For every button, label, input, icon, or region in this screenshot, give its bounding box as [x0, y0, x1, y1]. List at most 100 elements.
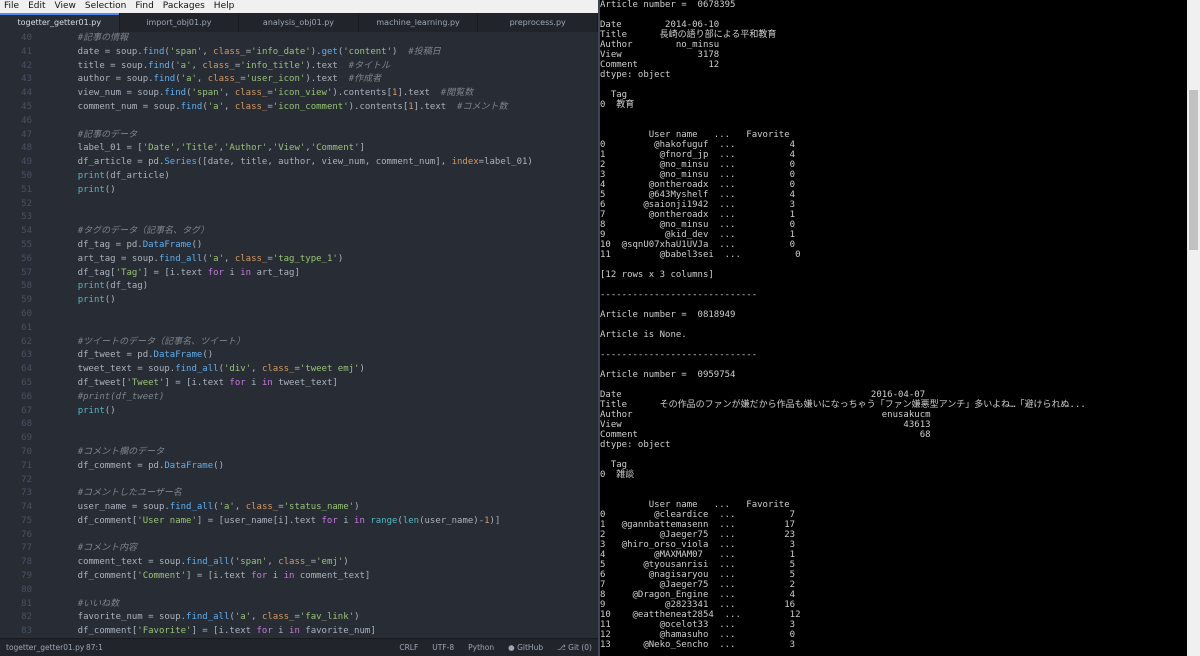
terminal-line: -----------------------------	[600, 290, 758, 300]
code-line[interactable]: 54 #タグのデータ（記事名、タグ）	[0, 225, 598, 239]
code-line[interactable]: 52	[0, 198, 598, 212]
code-line[interactable]: 60	[0, 308, 598, 322]
code-text: df_article = pd.Series([date, title, aut…	[56, 157, 533, 168]
menu-item-help[interactable]: Help	[210, 0, 240, 13]
line-number: 75	[21, 515, 32, 526]
terminal-line: Author no_minsu	[600, 40, 720, 50]
terminal-line: 0 @hakofuguf ... 4	[600, 140, 796, 150]
line-number: 40	[21, 33, 32, 43]
code-line[interactable]: 74 user_name = soup.find_all('a', class_…	[0, 501, 598, 515]
code-line[interactable]: 70 #コメント欄のデータ	[0, 446, 598, 460]
code-line[interactable]: 67 print()	[0, 405, 598, 419]
status-encoding[interactable]: UTF-8	[432, 639, 454, 656]
code-text: user_name = soup.find_all('a', class_='s…	[56, 502, 360, 513]
terminal-line: Date 2014-06-10	[600, 20, 720, 30]
code-line[interactable]: 43 author = soup.find('a', class_='user_…	[0, 73, 598, 87]
terminal-line: 0 @cleardice ... 7	[600, 510, 796, 520]
menu-item-edit[interactable]: Edit	[24, 0, 50, 13]
code-line[interactable]: 82 favorite_num = soup.find_all('a', cla…	[0, 611, 598, 625]
code-line[interactable]: 42 title = soup.find('a', class_='info_t…	[0, 60, 598, 74]
terminal-line: 7 @Jaeger75 ... 2	[600, 580, 796, 590]
code-line[interactable]: 48 label_01 = ['Date','Title','Author','…	[0, 142, 598, 156]
line-number: 53	[21, 212, 32, 223]
line-number: 45	[21, 101, 32, 112]
menu-item-view[interactable]: View	[51, 0, 81, 13]
status-line-ending[interactable]: CRLF	[399, 639, 418, 656]
code-line[interactable]: 49 df_article = pd.Series([date, title, …	[0, 156, 598, 170]
menu-item-selection[interactable]: Selection	[81, 0, 131, 13]
code-line[interactable]: 65 df_tweet['Tweet'] = [i.text for i in …	[0, 377, 598, 391]
menu-item-find[interactable]: Find	[131, 0, 158, 13]
tab-preprocess[interactable]: preprocess.py	[478, 13, 598, 32]
terminal-line: 9 @2823341 ... 16	[600, 600, 796, 610]
tab-analysis-obj01[interactable]: analysis_obj01.py	[239, 13, 359, 32]
code-line[interactable]: 47 #記事のデータ	[0, 129, 598, 143]
code-line[interactable]: 44 view_num = soup.find('span', class_='…	[0, 87, 598, 101]
code-text: #コメント内容	[77, 543, 138, 554]
terminal-line: 4 @MAXMAM07 ... 1	[600, 550, 796, 560]
code-text: #コメントしたユーザー名	[77, 488, 182, 499]
code-line[interactable]: 69	[0, 432, 598, 446]
scrollbar-thumb[interactable]	[1189, 90, 1198, 250]
code-line[interactable]: 56 art_tag = soup.find_all('a', class_='…	[0, 253, 598, 267]
line-number: 64	[21, 364, 32, 375]
code-line[interactable]: 62 #ツイートのデータ（記事名、ツイート）	[0, 336, 598, 350]
code-text: df_tweet['Tweet'] = [i.text for i in twe…	[56, 377, 338, 388]
code-line[interactable]: 46	[0, 115, 598, 129]
code-line[interactable]: 61	[0, 322, 598, 336]
menu-item-packages[interactable]: Packages	[159, 0, 210, 13]
code-line[interactable]: 72	[0, 474, 598, 488]
terminal-line: 8 @no_minsu ... 0	[600, 220, 796, 230]
code-line[interactable]: 51 print()	[0, 184, 598, 198]
code-line[interactable]: 59 print()	[0, 294, 598, 308]
code-line[interactable]: 78 comment_text = soup.find_all('span', …	[0, 556, 598, 570]
tab-import-obj01[interactable]: import_obj01.py	[120, 13, 240, 32]
terminal-line: 5 @tyousanrisi ... 5	[600, 560, 796, 570]
code-line[interactable]: 79 df_comment['Comment'] = [i.text for i…	[0, 570, 598, 584]
terminal-line: 3 @hiro_orso_viola ... 3	[600, 540, 796, 550]
code-line[interactable]: 77 #コメント内容	[0, 542, 598, 556]
line-number: 72	[21, 474, 32, 485]
code-area[interactable]: 40 #記事の情報 41 date = soup.find('span', cla…	[0, 32, 598, 638]
code-line[interactable]: 71 df_comment = pd.DataFrame()	[0, 460, 598, 474]
code-line[interactable]: 40 #記事の情報	[0, 32, 598, 46]
code-line[interactable]: 83 df_comment['Favorite'] = [i.text for …	[0, 625, 598, 638]
terminal-line: Article is None.	[600, 330, 687, 340]
code-line[interactable]: 53	[0, 211, 598, 225]
code-line[interactable]: 73 #コメントしたユーザー名	[0, 487, 598, 501]
code-line[interactable]: 41 date = soup.find('span', class_='info…	[0, 46, 598, 60]
code-line[interactable]: 58 print(df_tag)	[0, 280, 598, 294]
code-text: print()	[77, 405, 116, 416]
code-text: comment_text = soup.find_all('span', cla…	[56, 557, 349, 568]
code-line[interactable]: 55 df_tag = pd.DataFrame()	[0, 239, 598, 253]
code-line[interactable]: 76	[0, 529, 598, 543]
code-line[interactable]: 81 #いいね数	[0, 598, 598, 612]
code-line[interactable]: 45 comment_num = soup.find('a', class_='…	[0, 101, 598, 115]
code-text: #タグのデータ（記事名、タグ）	[77, 226, 210, 237]
code-line[interactable]: 66 #print(df_tweet)	[0, 391, 598, 405]
status-grammar[interactable]: Python	[468, 639, 494, 656]
code-line[interactable]: 75 df_comment['User name'] = [user_name[…	[0, 515, 598, 529]
code-line[interactable]: 64 tweet_text = soup.find_all('div', cla…	[0, 363, 598, 377]
line-number: 80	[21, 584, 32, 595]
terminal-line: View 3178	[600, 50, 720, 60]
code-text: tweet_text = soup.find_all('div', class_…	[56, 364, 365, 375]
line-number: 62	[21, 336, 32, 347]
code-line[interactable]: 80	[0, 584, 598, 598]
status-git[interactable]: ⎇ Git (0)	[557, 639, 592, 656]
terminal-scrollbar[interactable]	[1187, 0, 1200, 656]
terminal-line: 11 @babel3sei ... 0	[600, 250, 801, 260]
tab-togetter-getter01[interactable]: togetter_getter01.py	[0, 13, 120, 32]
code-line[interactable]: 50 print(df_article)	[0, 170, 598, 184]
code-line[interactable]: 68	[0, 418, 598, 432]
code-line[interactable]: 63 df_tweet = pd.DataFrame()	[0, 349, 598, 363]
status-github[interactable]: ● GitHub	[508, 639, 543, 656]
status-file-name[interactable]: togetter_getter01.py	[6, 639, 84, 656]
menu-item-file[interactable]: File	[0, 0, 24, 13]
status-cursor-position[interactable]: 87:1	[86, 639, 103, 656]
tab-machine-learning[interactable]: machine_learning.py	[359, 13, 479, 32]
code-line[interactable]: 57 df_tag['Tag'] = [i.text for i in art_…	[0, 267, 598, 281]
line-number: 48	[21, 143, 32, 154]
